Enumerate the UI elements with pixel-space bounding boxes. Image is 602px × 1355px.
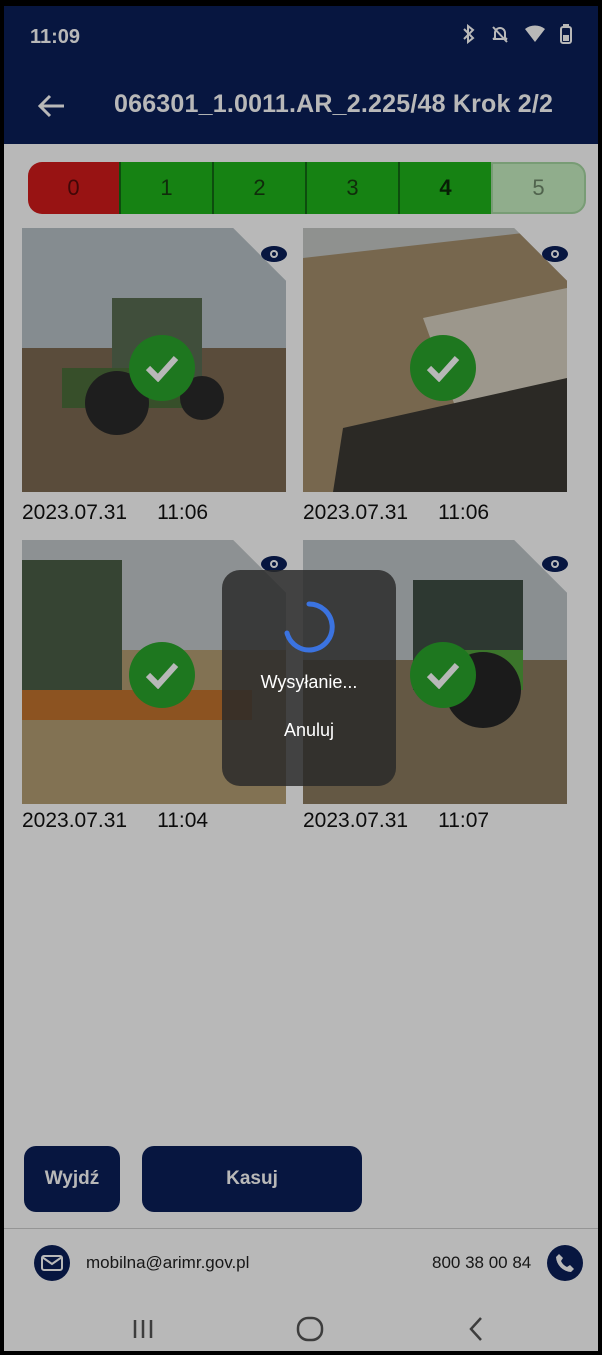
screen: 11:09 066301_1.0011.AR_2.225/48 Krok 2/2… <box>0 0 602 1355</box>
sending-dialog: Wysyłanie... Anuluj <box>222 570 396 786</box>
sending-message: Wysyłanie... <box>260 672 358 692</box>
cancel-button[interactable]: Anuluj <box>222 720 396 741</box>
loading-spinner-icon <box>284 601 335 653</box>
